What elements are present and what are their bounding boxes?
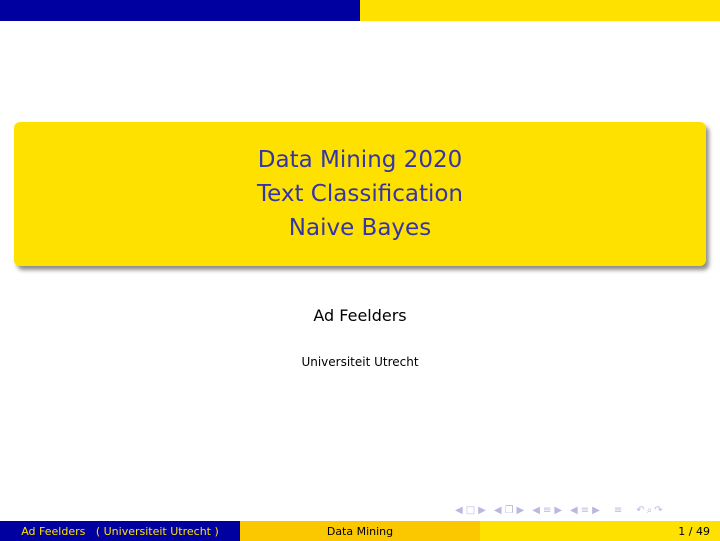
section-next-icon[interactable]: ▶ bbox=[554, 505, 562, 516]
section-prev-icon[interactable]: ◀ bbox=[532, 505, 540, 516]
header-bar-left bbox=[0, 0, 360, 21]
back-icon[interactable]: ↶ bbox=[636, 505, 644, 516]
document-next-icon[interactable]: ▶ bbox=[592, 505, 600, 516]
title-line-3: Naive Bayes bbox=[288, 215, 432, 241]
footer-author-institute: Ad Feelders ( Universiteit Utrecht ) bbox=[0, 521, 240, 541]
search-icon[interactable]: ⌕ bbox=[647, 505, 653, 516]
document-prev-icon[interactable]: ◀ bbox=[570, 505, 578, 516]
document-icon[interactable]: ≡ bbox=[581, 505, 589, 516]
footer-short-title: Data Mining bbox=[240, 521, 480, 541]
subsection-next-icon[interactable]: ▶ bbox=[517, 505, 525, 516]
author: Ad Feelders bbox=[313, 306, 407, 325]
forward-icon[interactable]: ↷ bbox=[654, 505, 662, 516]
section-icon[interactable]: ≡ bbox=[543, 505, 551, 516]
subsection-icon[interactable]: ❐ bbox=[505, 505, 514, 516]
navigation-symbols: ◀ □ ▶ ◀ ❐ ▶ ◀ ≡ ▶ ◀ ≡ ▶ ≡ ↶ ⌕ ↷ bbox=[455, 503, 663, 517]
institute: Universiteit Utrecht bbox=[301, 355, 419, 369]
subsection-prev-icon[interactable]: ◀ bbox=[494, 505, 502, 516]
header-bar-right bbox=[360, 0, 720, 21]
title-block: Data Mining 2020 Text Classification Nai… bbox=[14, 122, 706, 266]
frame-icon[interactable]: □ bbox=[466, 505, 475, 516]
title-line-1: Data Mining 2020 bbox=[257, 147, 463, 173]
alignment-icon[interactable]: ≡ bbox=[614, 505, 622, 516]
footer-bar: Ad Feelders ( Universiteit Utrecht ) Dat… bbox=[0, 521, 720, 541]
frame-prev-icon[interactable]: ◀ bbox=[455, 505, 463, 516]
footer-page-number: 1 / 49 bbox=[480, 521, 720, 541]
frame-next-icon[interactable]: ▶ bbox=[478, 505, 486, 516]
title-line-2: Text Classification bbox=[256, 181, 463, 207]
header-bar bbox=[0, 0, 720, 21]
